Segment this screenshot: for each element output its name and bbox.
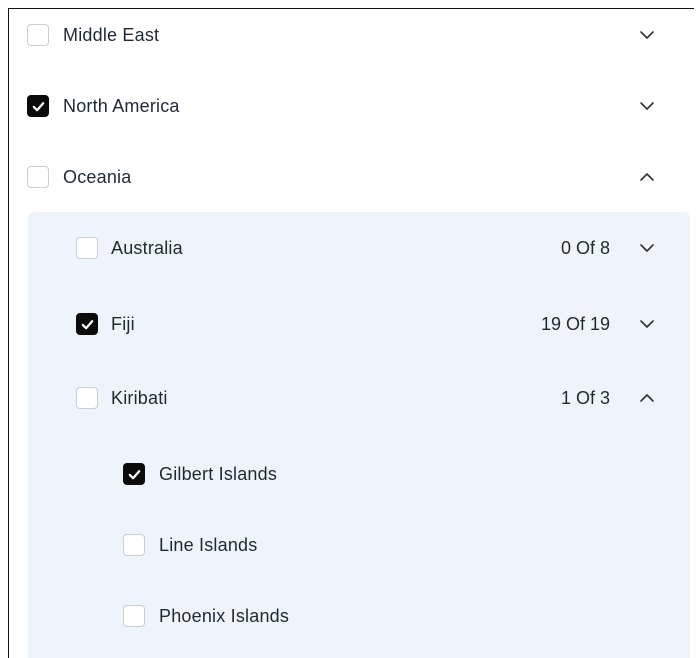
region-label: Middle East (63, 24, 160, 45)
fiji-checkbox[interactable] (76, 313, 98, 335)
oceania-checkbox[interactable] (27, 166, 49, 188)
country-label: Kiribati (111, 387, 168, 408)
region-row-oceania[interactable]: Oceania (9, 150, 694, 204)
country-label: Australia (111, 237, 183, 258)
region-label: Oceania (63, 166, 132, 187)
subregion-row-phoenix-islands[interactable]: Phoenix Islands (9, 589, 694, 643)
country-row-australia[interactable]: Australia 0 Of 8 (9, 221, 694, 275)
region-filter-list: Middle East North America Oceania Austra… (8, 8, 694, 658)
check-icon (32, 101, 44, 111)
chevron-up-icon[interactable] (635, 386, 659, 410)
chevron-up-icon[interactable] (635, 165, 659, 189)
subregion-label: Phoenix Islands (159, 605, 290, 626)
subregion-row-gilbert-islands[interactable]: Gilbert Islands (9, 447, 694, 501)
middle-east-checkbox[interactable] (27, 24, 49, 46)
chevron-down-icon[interactable] (635, 312, 659, 336)
selection-count: 19 Of 19 (540, 313, 610, 334)
check-icon (128, 469, 140, 479)
selection-count: 1 Of 3 (560, 387, 610, 408)
country-row-kiribati[interactable]: Kiribati 1 Of 3 (9, 371, 694, 425)
north-america-checkbox[interactable] (27, 95, 49, 117)
chevron-down-icon[interactable] (635, 236, 659, 260)
subregion-label: Gilbert Islands (159, 463, 278, 484)
country-label: Fiji (111, 313, 135, 334)
region-label: North America (63, 95, 180, 116)
australia-checkbox[interactable] (76, 237, 98, 259)
subregion-label: Line Islands (159, 534, 258, 555)
country-row-fiji[interactable]: Fiji 19 Of 19 (9, 297, 694, 351)
check-icon (81, 319, 93, 329)
line-islands-checkbox[interactable] (123, 534, 145, 556)
kiribati-checkbox[interactable] (76, 387, 98, 409)
chevron-down-icon[interactable] (635, 23, 659, 47)
chevron-down-icon[interactable] (635, 94, 659, 118)
phoenix-islands-checkbox[interactable] (123, 605, 145, 627)
subregion-row-line-islands[interactable]: Line Islands (9, 518, 694, 572)
selection-count: 0 Of 8 (560, 237, 610, 258)
gilbert-islands-checkbox[interactable] (123, 463, 145, 485)
region-row-north-america[interactable]: North America (9, 79, 694, 133)
region-row-middle-east[interactable]: Middle East (9, 9, 694, 62)
